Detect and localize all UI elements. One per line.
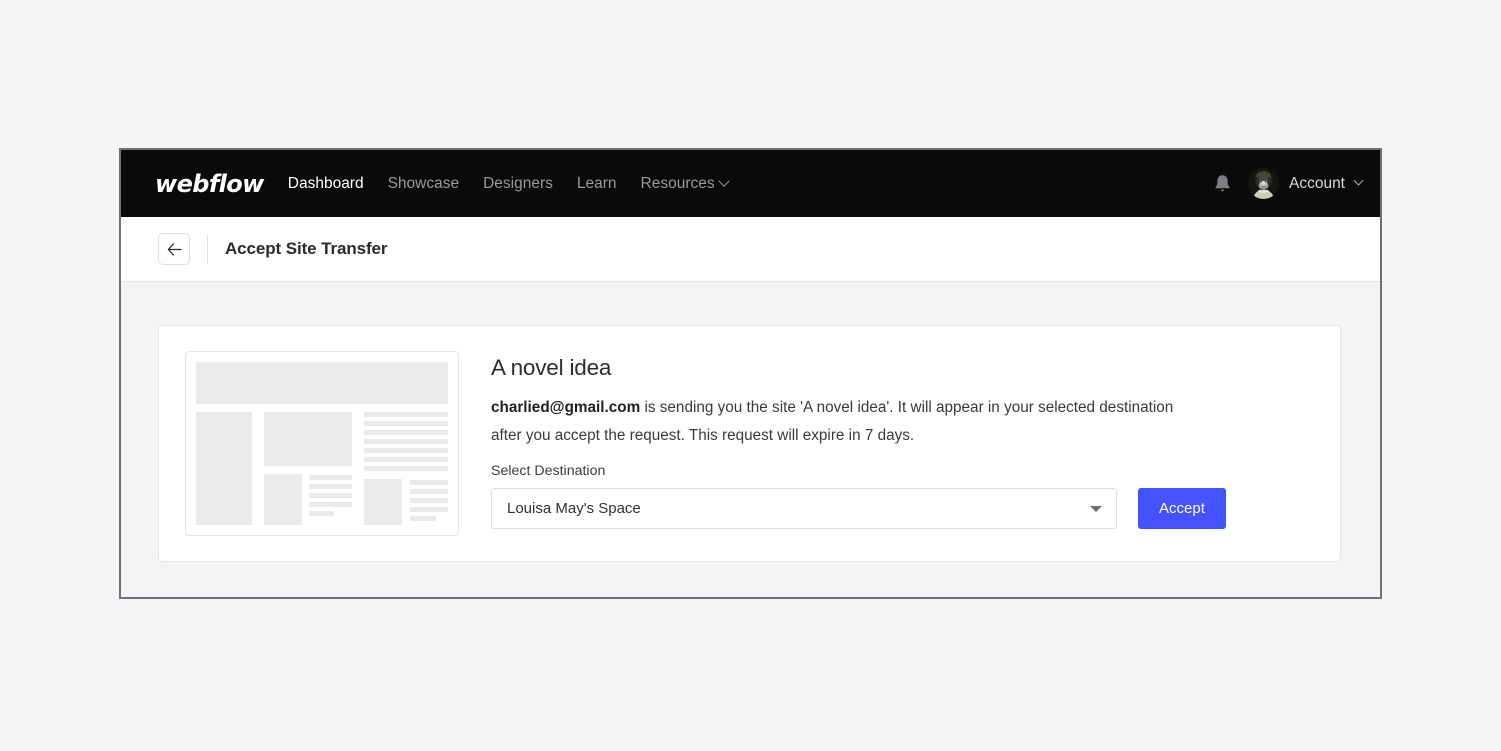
thumb-line [364,412,448,417]
top-navbar: webflow Dashboard Showcase Designers Lea… [121,150,1380,217]
content-area: A novel idea charlied@gmail.com is sendi… [121,282,1380,597]
sender-email: charlied@gmail.com [491,399,641,416]
site-name: A novel idea [491,355,612,380]
chevron-down-icon [717,175,730,187]
nav-item-dashboard[interactable]: Dashboard [288,175,364,193]
thumb-block [364,479,402,525]
chevron-down-icon [1090,505,1102,512]
nav-item-resources-label: Resources [640,174,715,192]
accept-button[interactable]: Accept [1138,488,1226,529]
thumb-block [264,412,352,466]
thumb-line [364,430,448,435]
transfer-info: A novel idea charlied@gmail.com is sendi… [459,351,1314,529]
thumb-lines [364,412,448,471]
thumb-block [264,474,302,525]
thumb-line [309,493,352,498]
arrow-left-icon [167,242,182,256]
nav-links: Dashboard Showcase Designers Learn Resou… [288,174,730,193]
thumb-line [309,511,334,516]
thumb-hero-block [196,362,448,404]
thumb-line [410,480,448,485]
avatar [1247,168,1279,199]
thumb-line [309,502,352,507]
nav-item-learn[interactable]: Learn [577,175,617,193]
navbar-right-group: Account [1212,168,1364,199]
thumb-body [196,412,448,525]
thumb-line [364,448,448,453]
destination-label: Select Destination [491,463,606,479]
thumb-column-middle [264,412,352,525]
thumb-line [364,421,448,426]
nav-item-designers-label: Designers [483,174,553,192]
thumb-line [364,439,448,444]
thumb-line [364,466,448,471]
nav-item-showcase-label: Showcase [387,174,460,192]
transfer-description: charlied@gmail.com is sending you the si… [491,394,1181,450]
thumb-lines [309,474,352,525]
header-divider [207,234,208,264]
thumb-lines [410,479,448,525]
thumb-line [410,489,448,494]
nav-item-resources[interactable]: Resources [640,174,730,193]
thumb-block [196,412,252,525]
destination-row: Louisa May's Space Accept [491,488,1314,529]
webflow-logo[interactable]: webflow [155,170,264,198]
thumb-line [410,516,436,521]
transfer-card: A novel idea charlied@gmail.com is sendi… [158,325,1341,562]
chevron-down-icon [1353,175,1364,186]
thumb-subrow [364,479,448,525]
thumb-line [364,457,448,462]
destination-select[interactable]: Louisa May's Space [491,488,1117,529]
thumb-column-left [196,412,252,525]
thumb-subrow [264,474,352,525]
account-label: Account [1288,174,1345,192]
thumb-line [309,475,352,480]
page-subheader: Accept Site Transfer [121,217,1380,282]
thumb-line [410,507,448,512]
nav-item-dashboard-label: Dashboard [287,174,364,192]
bell-icon[interactable] [1212,172,1234,196]
nav-item-designers[interactable]: Designers [483,175,553,193]
account-menu[interactable]: Account [1247,168,1364,199]
thumb-column-right [364,412,448,525]
destination-selected-value: Louisa May's Space [507,500,641,517]
thumb-line [309,484,352,489]
nav-item-showcase[interactable]: Showcase [388,175,460,193]
back-button[interactable] [158,233,190,265]
page-title: Accept Site Transfer [225,239,388,258]
nav-item-learn-label: Learn [576,174,617,192]
browser-window: webflow Dashboard Showcase Designers Lea… [119,148,1382,599]
site-placeholder-thumbnail [185,351,459,536]
thumb-line [410,498,448,503]
